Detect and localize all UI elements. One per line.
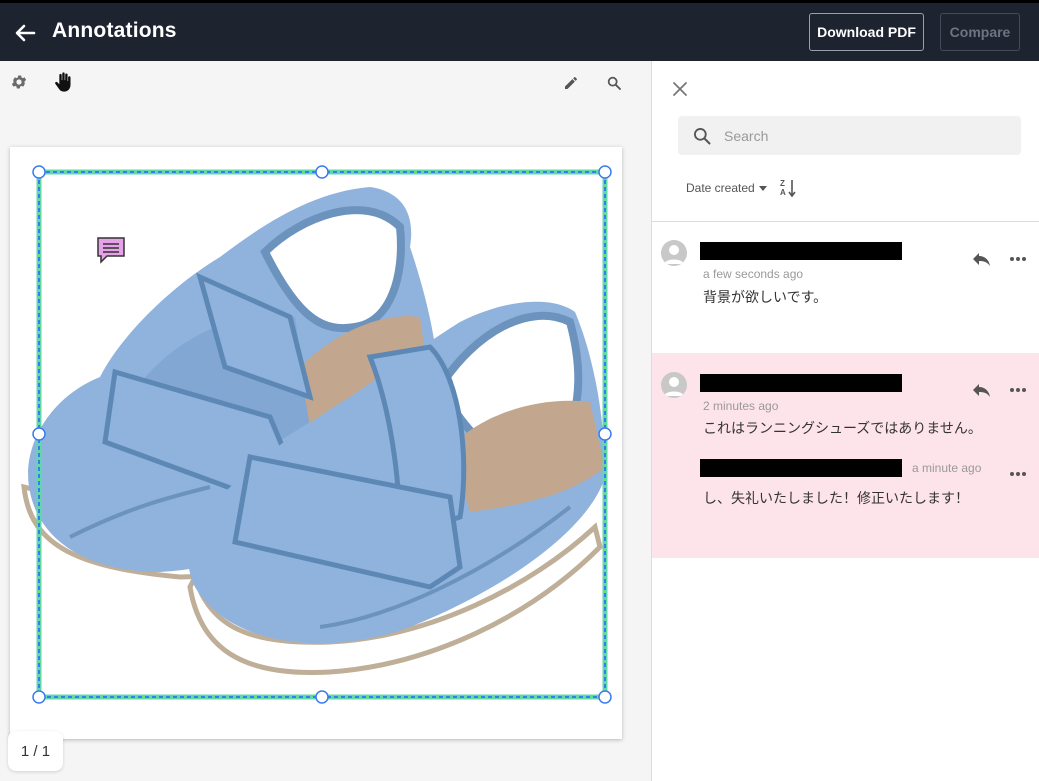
comment-text: 背景が欲しいです。 xyxy=(703,290,828,306)
top-bar: Annotations Download PDF Compare xyxy=(0,0,1039,61)
comment-marker-icon[interactable] xyxy=(95,235,127,267)
comment-card-highlighted[interactable]: 2 minutes ago これはランニングシューズではありません。 a min… xyxy=(652,353,1039,558)
sort-label: Date created xyxy=(686,181,755,195)
sort-dropdown[interactable]: Date created xyxy=(686,181,767,195)
avatar xyxy=(661,240,687,266)
reply-more-options-icon[interactable] xyxy=(1007,463,1029,485)
document-page[interactable] xyxy=(10,147,622,739)
document-viewer: 1 / 1 xyxy=(0,61,651,781)
pencil-icon[interactable] xyxy=(560,72,582,94)
back-arrow-icon[interactable] xyxy=(12,20,38,46)
gear-icon[interactable] xyxy=(8,71,30,93)
search-icon[interactable] xyxy=(603,72,625,94)
comment-time: a few seconds ago xyxy=(703,267,804,281)
svg-text:A: A xyxy=(780,188,786,197)
comment-time: 2 minutes ago xyxy=(703,399,779,413)
reply-icon[interactable] xyxy=(970,248,992,270)
comment-search xyxy=(678,116,1021,155)
reply-text: し、失礼いたしました！修正いたします！ xyxy=(703,491,969,507)
reply-time: a minute ago xyxy=(912,461,982,475)
reply-author-redacted xyxy=(700,459,902,477)
close-icon[interactable] xyxy=(670,79,690,99)
more-options-icon[interactable] xyxy=(1007,379,1029,401)
avatar xyxy=(661,372,687,398)
compare-button[interactable]: Compare xyxy=(940,13,1020,51)
author-name-redacted xyxy=(700,374,902,392)
sort-z-a-icon[interactable]: Z A xyxy=(780,178,798,198)
svg-text:Z: Z xyxy=(780,179,785,188)
download-pdf-button[interactable]: Download PDF xyxy=(809,13,924,51)
comment-text: これはランニングシューズではありません。 xyxy=(703,421,982,437)
comment-card[interactable]: a few seconds ago 背景が欲しいです。 xyxy=(652,222,1039,352)
caret-down-icon xyxy=(758,181,767,195)
search-icon xyxy=(692,126,712,151)
author-name-redacted xyxy=(700,242,902,260)
search-input[interactable] xyxy=(724,116,1004,155)
page-title: Annotations xyxy=(52,19,177,42)
hand-pan-icon[interactable] xyxy=(51,70,75,94)
reply-icon[interactable] xyxy=(970,379,992,401)
more-options-icon[interactable] xyxy=(1007,248,1029,270)
page-indicator: 1 / 1 xyxy=(8,731,63,771)
comments-panel: Date created Z A a few seconds ago 背景が欲し… xyxy=(651,61,1039,781)
